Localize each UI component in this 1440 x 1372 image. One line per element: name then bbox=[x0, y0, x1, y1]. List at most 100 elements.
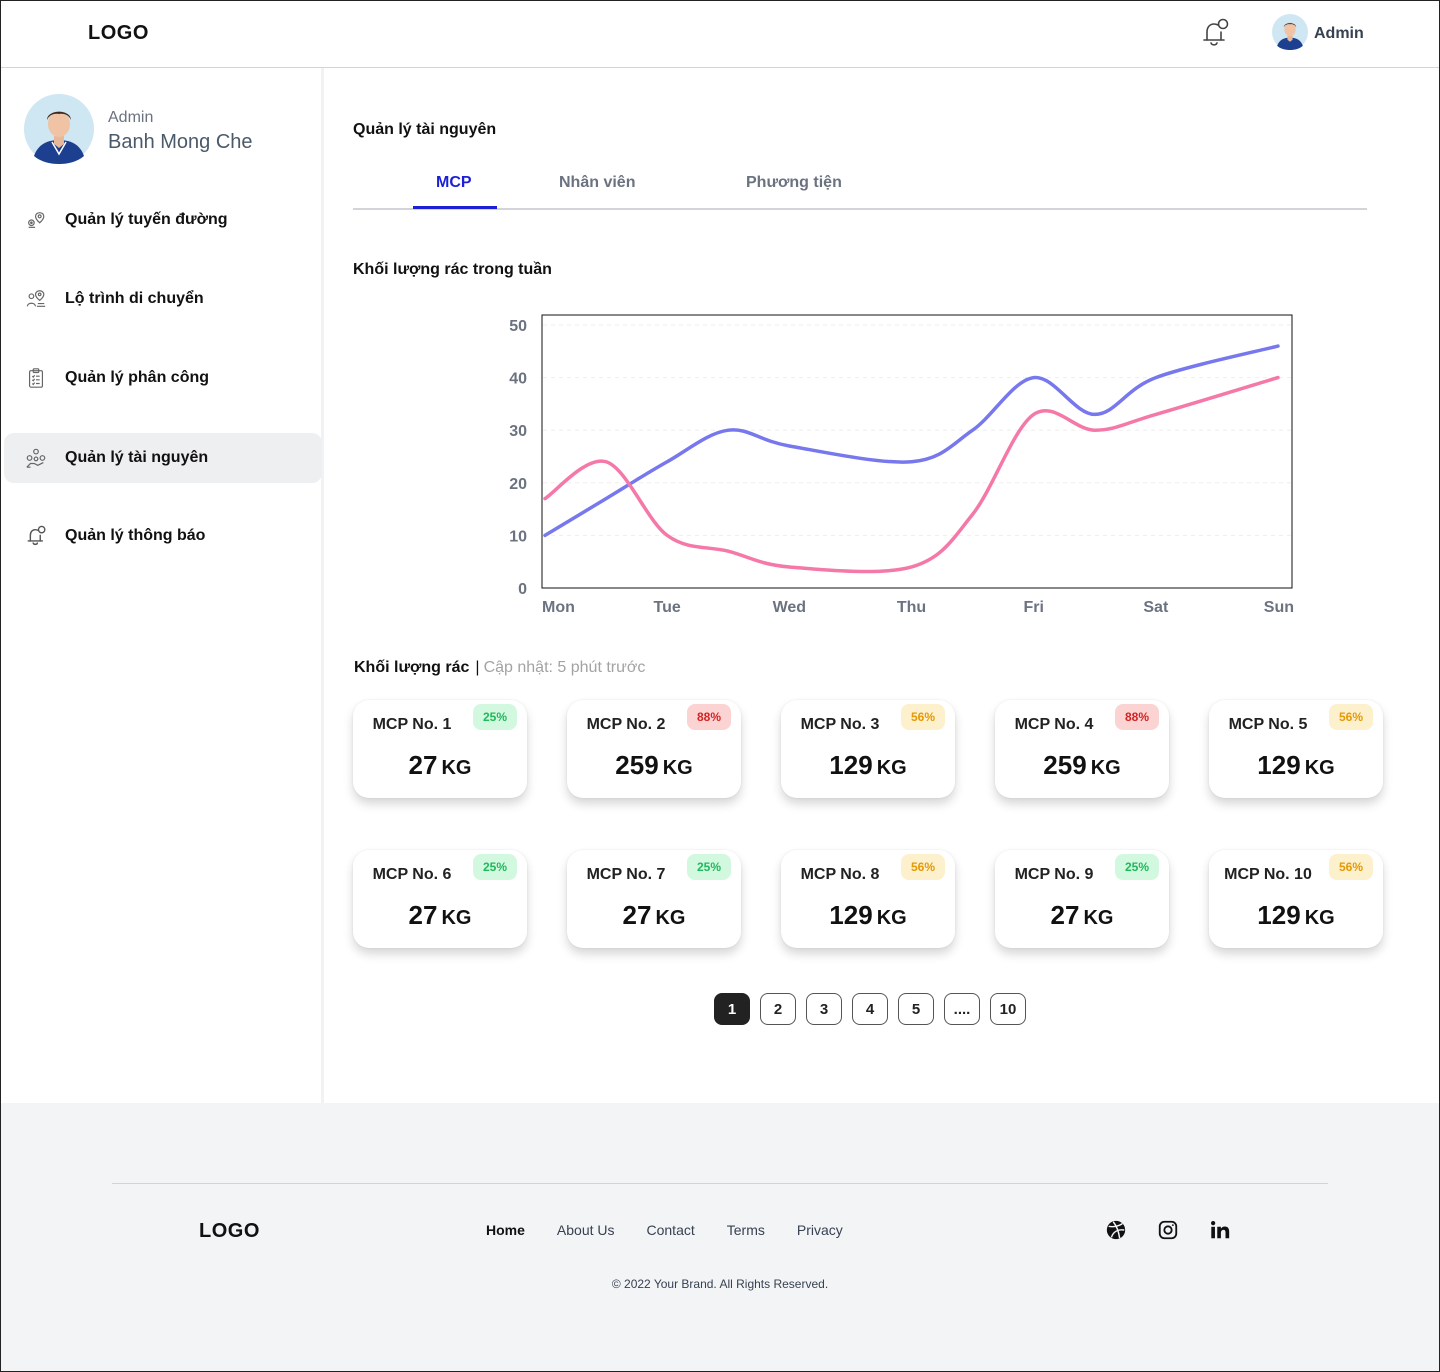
mcp-name: MCP No. 1 bbox=[372, 716, 452, 733]
mcp-weight-value: 129 bbox=[1257, 900, 1301, 930]
footer-link-terms[interactable]: Terms bbox=[727, 1222, 765, 1238]
profile-card: Admin Banh Mong Che bbox=[24, 94, 253, 169]
mcp-weight-unit: KG bbox=[876, 757, 907, 779]
page-button[interactable]: 5 bbox=[898, 993, 934, 1025]
footer-link-contact[interactable]: Contact bbox=[647, 1222, 695, 1238]
page-button[interactable]: 2 bbox=[760, 993, 796, 1025]
profile-name: Banh Mong Che bbox=[108, 131, 253, 153]
y-tick-label: 0 bbox=[518, 581, 527, 598]
sidebar-item-route-management[interactable]: Quản lý tuyến đường bbox=[4, 195, 322, 245]
avatar bbox=[24, 94, 94, 169]
mcp-name: MCP No. 7 bbox=[586, 866, 666, 883]
footer-nav: Home About Us Contact Terms Privacy bbox=[486, 1222, 875, 1238]
footer-link-privacy[interactable]: Privacy bbox=[797, 1222, 843, 1238]
mcp-name: MCP No. 5 bbox=[1228, 716, 1308, 733]
y-tick-label: 10 bbox=[509, 528, 527, 545]
mcp-card[interactable]: MCP No. 7 25% 27 KG bbox=[567, 850, 741, 948]
fill-level-badge: 25% bbox=[473, 854, 517, 880]
social-links bbox=[1104, 1218, 1260, 1242]
mcp-weight-value: 129 bbox=[829, 750, 873, 780]
mcp-weight-value: 27 bbox=[408, 750, 438, 780]
mcp-card[interactable]: MCP No. 10 56% 129 KG bbox=[1209, 850, 1383, 948]
notification-bell-icon[interactable] bbox=[1198, 16, 1232, 50]
fill-level-badge: 56% bbox=[1329, 854, 1373, 880]
mcp-weight-value: 27 bbox=[622, 900, 652, 930]
mcp-card[interactable]: MCP No. 2 88% 259 KG bbox=[567, 700, 741, 798]
page-button[interactable]: .... bbox=[944, 993, 980, 1025]
tab-vehicles[interactable]: Phương tiện bbox=[746, 174, 842, 192]
header-user-menu[interactable]: Admin bbox=[1272, 13, 1364, 52]
mcp-card[interactable]: MCP No. 4 88% 259 KG bbox=[995, 700, 1169, 798]
top-header: LOGO Admin bbox=[0, 0, 1440, 68]
page-button[interactable]: 1 bbox=[714, 993, 750, 1025]
mcp-weight-unit: KG bbox=[441, 907, 472, 929]
mcp-card[interactable]: MCP No. 1 25% 27 KG bbox=[353, 700, 527, 798]
waste-weight-header: Khối lượng rác | Cập nhật: 5 phút trước bbox=[354, 659, 646, 676]
mcp-card[interactable]: MCP No. 8 56% 129 KG bbox=[781, 850, 955, 948]
fill-level-badge: 88% bbox=[1115, 704, 1159, 730]
fill-level-badge: 56% bbox=[901, 854, 945, 880]
line-chart-svg: 0 10 20 30 40 50 Mon Tue Wed Thu Fri Sat Sun bbox=[509, 314, 1294, 616]
mcp-weight: 27 KG bbox=[353, 900, 527, 931]
tab-bar: MCP Nhân viên Phương tiện bbox=[353, 168, 1367, 210]
mcp-card[interactable]: MCP No. 3 56% 129 KG bbox=[781, 700, 955, 798]
mcp-name: MCP No. 4 bbox=[1014, 716, 1094, 733]
mcp-card[interactable]: MCP No. 9 25% 27 KG bbox=[995, 850, 1169, 948]
active-tab-indicator bbox=[413, 206, 497, 209]
copyright-text: © 2022 Your Brand. All Rights Reserved. bbox=[611, 1277, 829, 1291]
fill-level-badge: 25% bbox=[1115, 854, 1159, 880]
mcp-name: MCP No. 3 bbox=[800, 716, 880, 733]
instagram-icon[interactable] bbox=[1156, 1218, 1180, 1242]
profile-role: Admin bbox=[108, 109, 154, 126]
mcp-weight-unit: KG bbox=[1304, 907, 1335, 929]
page-button[interactable]: 4 bbox=[852, 993, 888, 1025]
mcp-weight: 259 KG bbox=[995, 750, 1169, 781]
sidebar-item-resources[interactable]: Quản lý tài nguyên bbox=[4, 433, 322, 483]
mcp-weight-unit: KG bbox=[876, 907, 907, 929]
sidebar-item-label: Quản lý tuyến đường bbox=[65, 211, 228, 228]
y-tick-label: 20 bbox=[509, 476, 527, 493]
fill-level-badge: 25% bbox=[473, 704, 517, 730]
mcp-weight: 129 KG bbox=[781, 750, 955, 781]
mcp-card[interactable]: MCP No. 6 25% 27 KG bbox=[353, 850, 527, 948]
footer-link-about[interactable]: About Us bbox=[557, 1222, 615, 1238]
pagination: 1 2 3 4 5.... 10 bbox=[714, 993, 1036, 1025]
mcp-name: MCP No. 8 bbox=[800, 866, 880, 883]
mcp-weight: 129 KG bbox=[1209, 750, 1383, 781]
x-tick-label: Thu bbox=[897, 599, 926, 616]
mcp-name: MCP No. 2 bbox=[586, 716, 666, 733]
mcp-weight: 259 KG bbox=[567, 750, 741, 781]
bell-icon bbox=[24, 524, 48, 548]
mcp-weight-unit: KG bbox=[662, 757, 693, 779]
fill-level-badge: 56% bbox=[901, 704, 945, 730]
header-logo[interactable]: LOGO bbox=[88, 22, 149, 45]
sidebar-item-label: Lộ trình di chuyển bbox=[65, 290, 204, 307]
mcp-weight-unit: KG bbox=[1304, 757, 1335, 779]
x-tick-label: Sun bbox=[1264, 599, 1294, 616]
x-tick-label: Mon bbox=[542, 599, 575, 616]
linkedin-icon[interactable] bbox=[1208, 1218, 1232, 1242]
mcp-weight-value: 129 bbox=[829, 900, 873, 930]
footer-logo[interactable]: LOGO bbox=[199, 1220, 260, 1243]
mcp-card[interactable]: MCP No. 5 56% 129 KG bbox=[1209, 700, 1383, 798]
mcp-weight-value: 27 bbox=[1050, 900, 1080, 930]
chart-section-title: Khối lượng rác trong tuần bbox=[353, 261, 552, 278]
mcp-weight-value: 27 bbox=[408, 900, 438, 930]
mcp-weight-value: 259 bbox=[1043, 750, 1087, 780]
sidebar-item-notifications[interactable]: Quản lý thông báo bbox=[4, 511, 322, 561]
y-tick-label: 50 bbox=[509, 318, 527, 335]
sidebar-item-assignment[interactable]: Quản lý phân công bbox=[4, 353, 322, 403]
weekly-waste-chart: 0 10 20 30 40 50 Mon Tue Wed Thu Fri Sat Sun bbox=[490, 300, 1320, 635]
mcp-name: MCP No. 6 bbox=[372, 866, 452, 883]
tab-mcp[interactable]: MCP bbox=[436, 174, 472, 192]
sidebar-item-travel-route[interactable]: Lộ trình di chuyển bbox=[4, 274, 322, 324]
page-button[interactable]: 3 bbox=[806, 993, 842, 1025]
y-tick-label: 40 bbox=[509, 371, 527, 388]
footer-link-home[interactable]: Home bbox=[486, 1222, 525, 1238]
tab-employees[interactable]: Nhân viên bbox=[559, 174, 635, 192]
page-title: Quản lý tài nguyên bbox=[353, 121, 497, 138]
resource-icon bbox=[24, 446, 48, 470]
mcp-name: MCP No. 9 bbox=[1014, 866, 1094, 883]
page-button[interactable]: 10 bbox=[990, 993, 1026, 1025]
dribbble-icon[interactable] bbox=[1104, 1218, 1128, 1242]
